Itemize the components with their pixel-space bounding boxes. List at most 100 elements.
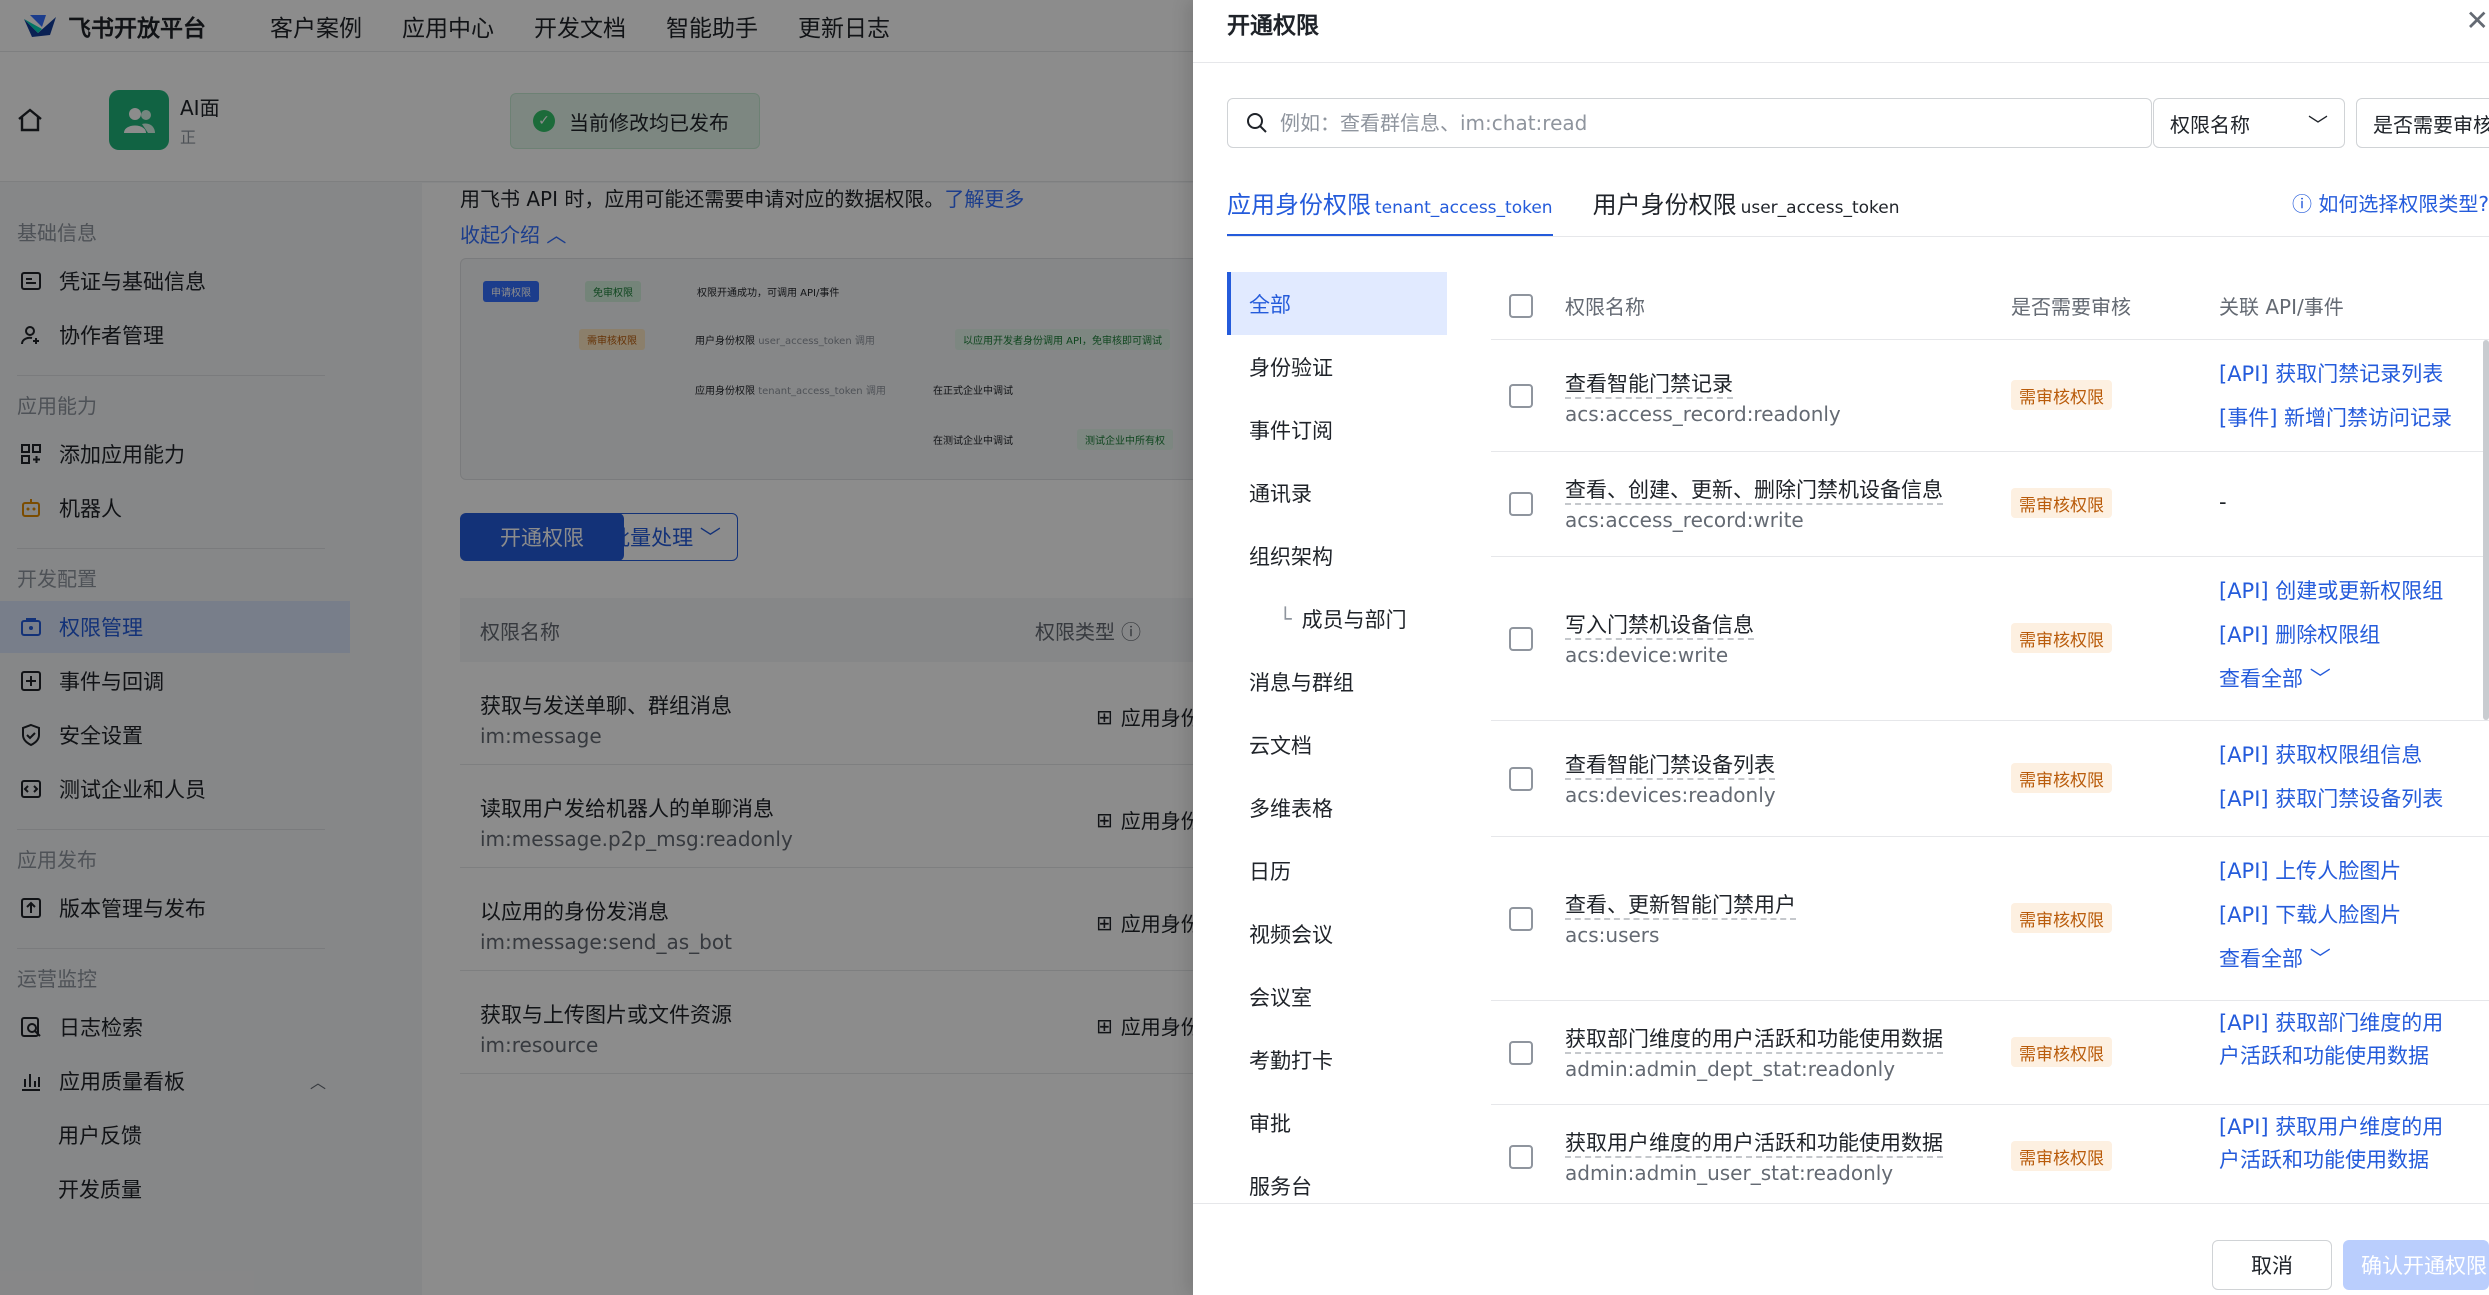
row-apis: [API] 获取门禁记录列表 [事件] 新增门禁访问记录	[2219, 352, 2452, 440]
category-child-label: 成员与部门	[1301, 607, 1407, 632]
row-code: acs:users	[1565, 923, 1660, 947]
category-item-child[interactable]: └ 成员与部门	[1227, 587, 1447, 650]
select-all-checkbox[interactable]	[1509, 293, 1533, 318]
tab1-code: tenant_access_token	[1375, 198, 1553, 218]
tabs-divider	[1227, 236, 2489, 237]
api-link-line: 户活跃和功能使用数据	[2219, 1044, 2429, 1068]
row-name: 查看智能门禁设备列表	[1565, 753, 1775, 777]
row-code: admin:admin_user_stat:readonly	[1565, 1161, 1894, 1185]
row-checkbox[interactable]	[1509, 627, 1533, 651]
row-code: acs:access_record:write	[1565, 508, 1804, 532]
category-item[interactable]: 组织架构	[1227, 524, 1447, 587]
api-link[interactable]: [API] 获取门禁设备列表	[2219, 777, 2443, 821]
row-code: acs:access_record:readonly	[1565, 402, 1841, 426]
confirm-open-permission-button[interactable]: 确认开通权限	[2343, 1240, 2489, 1290]
api-link-line: [API] 获取部门维度的用	[2219, 1011, 2444, 1035]
col-api: 关联 API/事件	[2219, 295, 2344, 319]
row-code: admin:admin_dept_stat:readonly	[1565, 1057, 1896, 1081]
row-name: 获取部门维度的用户活跃和功能使用数据	[1565, 1027, 1943, 1051]
tab-user-permission[interactable]: 用户身份权限 user_access_token	[1593, 185, 1900, 237]
footer-divider	[1193, 1203, 2489, 1204]
row-code: acs:devices:readonly	[1565, 783, 1776, 807]
category-item[interactable]: 考勤打卡	[1227, 1028, 1447, 1091]
filter-review-select[interactable]: 是否需要审核﹀	[2356, 98, 2489, 148]
row-checkbox[interactable]	[1509, 1145, 1533, 1169]
status-badge: 需审核权限	[2011, 623, 2112, 653]
category-item[interactable]: 服务台	[1227, 1154, 1447, 1200]
modal-backdrop[interactable]	[0, 0, 1193, 1295]
row-checkbox[interactable]	[1509, 384, 1533, 408]
table-row[interactable]: 查看智能门禁记录 acs:access_record:readonly 需审核权…	[1491, 340, 2489, 452]
api-link-line: 户活跃和功能使用数据	[2219, 1148, 2429, 1172]
api-link[interactable]: [API] 删除权限组	[2219, 613, 2443, 657]
row-checkbox[interactable]	[1509, 492, 1533, 516]
row-name: 查看、创建、更新、删除门禁机设备信息	[1565, 478, 1943, 502]
table-row[interactable]: 查看智能门禁设备列表 acs:devices:readonly 需审核权限 [A…	[1491, 721, 2489, 837]
col-name: 权限名称	[1565, 295, 1645, 319]
tab-tenant-permission[interactable]: 应用身份权限 tenant_access_token	[1227, 185, 1553, 237]
chevron-down-icon: ﹀	[2309, 947, 2331, 971]
open-permission-drawer: 开通权限 ✕ 权限名称﹀ 是否需要审核﹀ 应用身份权限tenant_access…	[1193, 0, 2489, 1295]
status-badge: 需审核权限	[2011, 1141, 2112, 1171]
status-badge: 需审核权限	[2011, 763, 2112, 793]
row-checkbox[interactable]	[1509, 1041, 1533, 1065]
category-item[interactable]: 事件订阅	[1227, 398, 1447, 461]
tab2-label: 用户身份权限	[1592, 191, 1737, 219]
help-link[interactable]: ⓘ 如何选择权限类型?	[2292, 188, 2489, 217]
row-name: 查看、更新智能门禁用户	[1565, 893, 1796, 917]
api-link[interactable]: [API] 下载人脸图片	[2219, 893, 2401, 937]
table-row[interactable]: 获取部门维度的用户活跃和功能使用数据 admin:admin_dept_stat…	[1491, 1001, 2489, 1105]
close-icon[interactable]: ✕	[2466, 4, 2489, 37]
table-row[interactable]: 查看、更新智能门禁用户 acs:users 需审核权限 [API] 上传人脸图片…	[1491, 837, 2489, 1001]
table-row[interactable]: 查看、创建、更新、删除门禁机设备信息 acs:access_record:wri…	[1491, 452, 2489, 557]
search-input[interactable]	[1280, 111, 2151, 135]
view-all-link[interactable]: 查看全部 ﹀	[2219, 937, 2401, 981]
row-code: acs:device:write	[1565, 643, 1729, 667]
row-name: 获取用户维度的用户活跃和功能使用数据	[1565, 1131, 1943, 1155]
api-link[interactable]: [事件] 新增门禁访问记录	[2219, 396, 2452, 440]
category-item[interactable]: 消息与群组	[1227, 650, 1447, 713]
permission-search	[1227, 98, 2152, 148]
table-header: 权限名称 是否需要审核 关联 API/事件	[1491, 272, 2489, 340]
tree-branch-icon: └	[1279, 606, 1292, 631]
category-item[interactable]: 会议室	[1227, 965, 1447, 1028]
row-apis: [API] 上传人脸图片 [API] 下载人脸图片 查看全部 ﹀	[2219, 849, 2401, 981]
drawer-divider	[1193, 62, 2489, 63]
permission-type-tabs: 应用身份权限 tenant_access_token 用户身份权限 user_acc…	[1227, 185, 1900, 237]
category-item[interactable]: 日历	[1227, 839, 1447, 902]
tab1-label: 应用身份权限	[1227, 191, 1371, 219]
category-item[interactable]: 多维表格	[1227, 776, 1447, 839]
cancel-button[interactable]: 取消	[2212, 1240, 2332, 1290]
row-name: 写入门禁机设备信息	[1565, 613, 1754, 637]
api-link[interactable]: [API] 创建或更新权限组	[2219, 569, 2443, 613]
api-link-line: [API] 获取用户维度的用	[2219, 1115, 2444, 1139]
status-badge: 需审核权限	[2011, 1037, 2112, 1067]
no-api-dash: -	[2219, 490, 2227, 514]
category-item[interactable]: 通讯录	[1227, 461, 1447, 524]
api-link[interactable]: [API] 上传人脸图片	[2219, 849, 2401, 893]
status-badge: 需审核权限	[2011, 903, 2112, 933]
category-item[interactable]: 全部	[1227, 272, 1447, 335]
api-link[interactable]: [API] 获取门禁记录列表	[2219, 352, 2452, 396]
view-all-link[interactable]: 查看全部 ﹀	[2219, 657, 2443, 701]
row-apis[interactable]: [API] 获取用户维度的用 户活跃和功能使用数据	[2219, 1111, 2443, 1177]
row-checkbox[interactable]	[1509, 767, 1533, 791]
category-item[interactable]: 云文档	[1227, 713, 1447, 776]
tab2-code: user_access_token	[1740, 198, 1900, 218]
view-all-label: 查看全部	[2219, 667, 2303, 691]
row-checkbox[interactable]	[1509, 907, 1533, 931]
table-row[interactable]: 获取用户维度的用户活跃和功能使用数据 admin:admin_user_stat…	[1491, 1105, 2489, 1202]
row-apis[interactable]: [API] 获取部门维度的用 户活跃和功能使用数据	[2219, 1007, 2443, 1073]
category-item[interactable]: 视频会议	[1227, 902, 1447, 965]
filter1-value: 权限名称	[2170, 112, 2250, 137]
category-item[interactable]: 身份验证	[1227, 335, 1447, 398]
filter-permission-name-select[interactable]: 权限名称 ﹀	[2153, 98, 2345, 148]
permission-select-table: 权限名称 是否需要审核 关联 API/事件 查看智能门禁记录 acs:acces…	[1491, 272, 2489, 1202]
category-item[interactable]: 审批	[1227, 1091, 1447, 1154]
row-apis: [API] 创建或更新权限组 [API] 删除权限组 查看全部 ﹀	[2219, 569, 2443, 701]
scrollbar[interactable]	[2483, 340, 2489, 720]
table-row[interactable]: 写入门禁机设备信息 acs:device:write 需审核权限 [API] 创…	[1491, 557, 2489, 721]
search-icon	[1247, 113, 1267, 133]
api-link[interactable]: [API] 获取权限组信息	[2219, 733, 2443, 777]
row-name: 查看智能门禁记录	[1565, 372, 1733, 396]
